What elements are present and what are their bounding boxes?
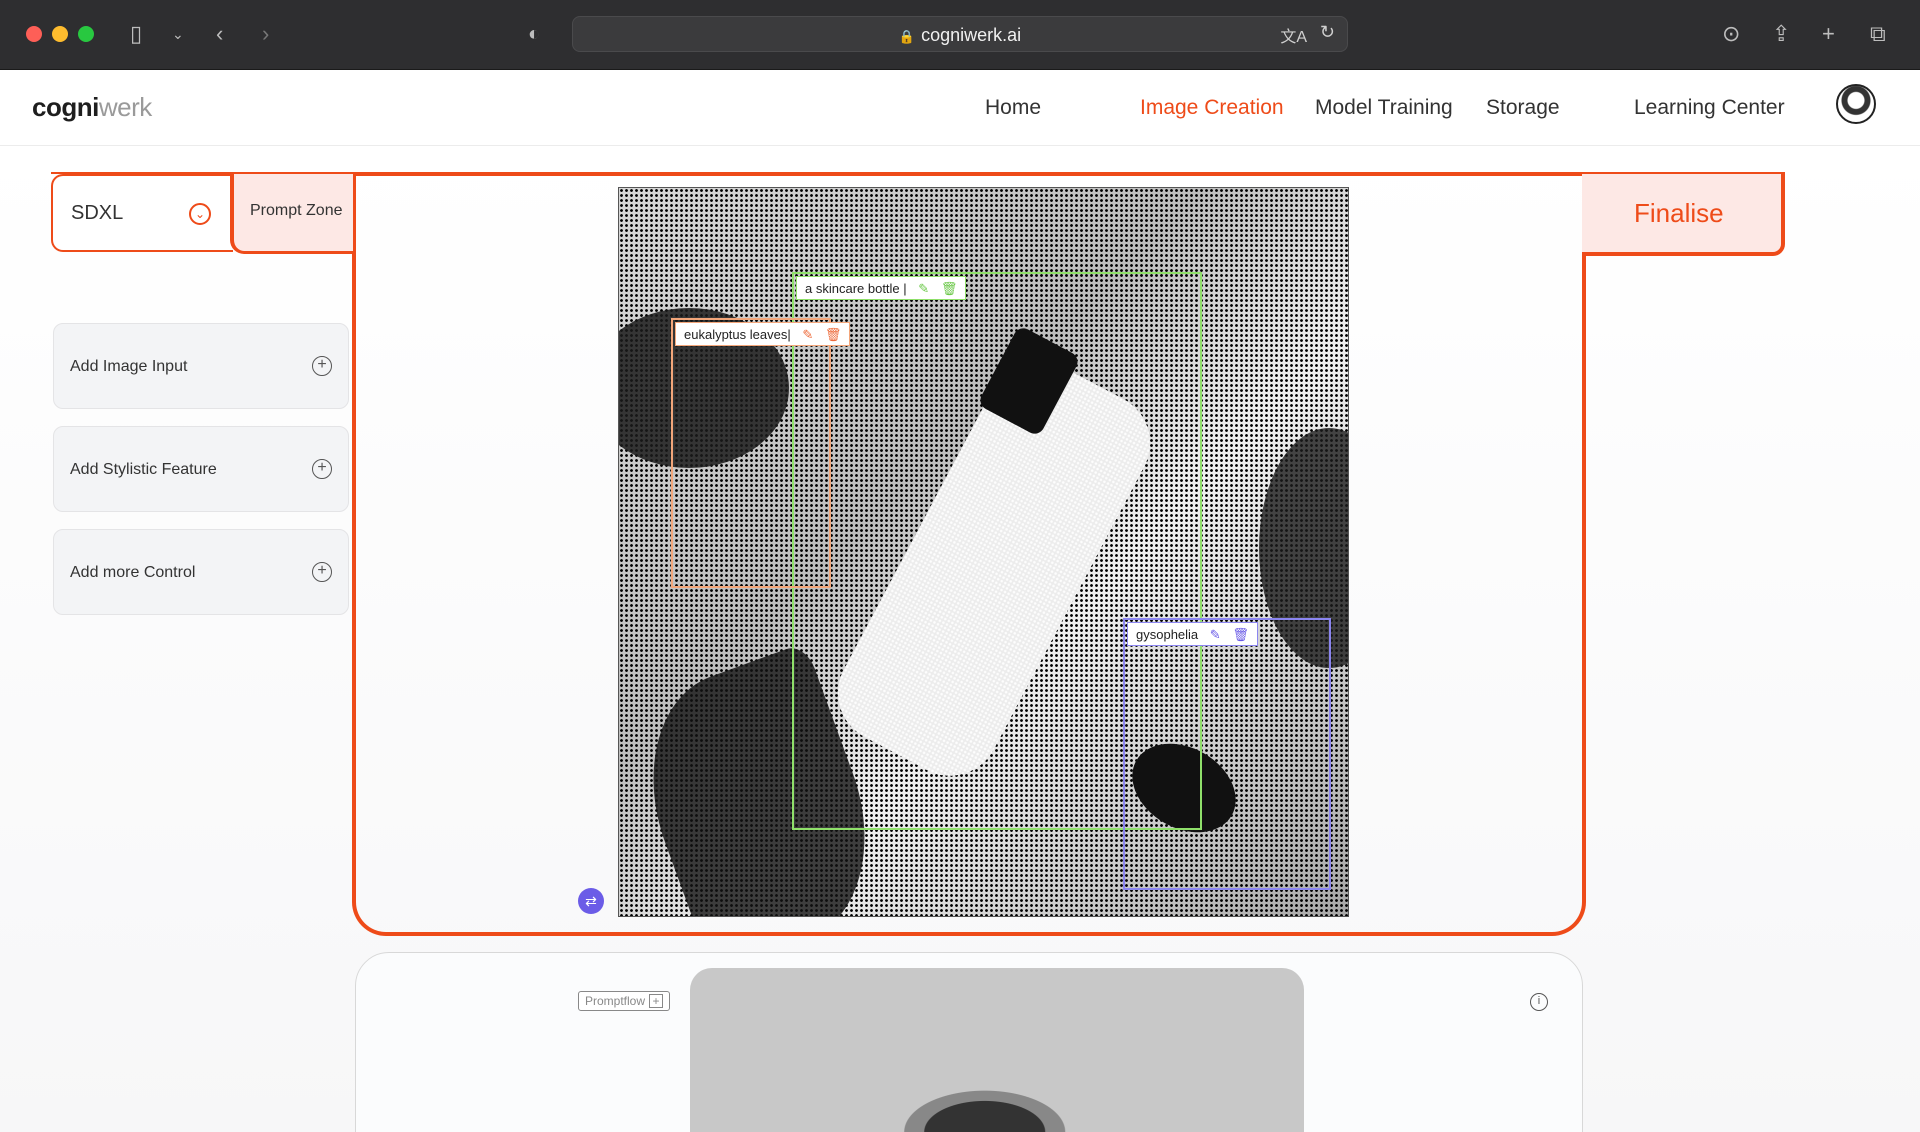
- preview-image: [690, 968, 1304, 1132]
- model-select-value: SDXL: [71, 202, 124, 224]
- address-bar[interactable]: 🔒 cogniwerk.ai 文A ↻: [572, 16, 1348, 52]
- pencil-icon[interactable]: ✎: [918, 277, 929, 301]
- model-select[interactable]: SDXL ⌄: [51, 174, 233, 252]
- reload-icon[interactable]: ↻: [1320, 22, 1335, 43]
- trash-icon[interactable]: 🗑: [825, 323, 842, 347]
- region-box-gysophelia[interactable]: gysophelia ✎ 🗑: [1123, 618, 1331, 890]
- nav-model-training[interactable]: Model Training: [1315, 96, 1453, 120]
- back-icon[interactable]: ‹: [216, 20, 223, 48]
- plus-circle-icon[interactable]: +: [312, 459, 332, 479]
- trash-icon[interactable]: 🗑: [1232, 623, 1249, 647]
- pencil-icon[interactable]: ✎: [802, 323, 813, 347]
- region-tag[interactable]: gysophelia ✎ 🗑: [1127, 622, 1258, 646]
- promptflow-label: Promptflow: [585, 994, 646, 1008]
- add-more-control-card[interactable]: Add more Control +: [53, 529, 349, 615]
- region-tag[interactable]: a skincare bottle | ✎ 🗑: [796, 276, 967, 301]
- add-more-control-label: Add more Control: [70, 564, 196, 581]
- tab-overview-icon[interactable]: ⧉: [1870, 20, 1886, 48]
- forward-icon[interactable]: ›: [262, 20, 269, 48]
- chevron-down-icon[interactable]: ⌄: [172, 20, 184, 48]
- new-tab-icon[interactable]: +: [1822, 20, 1835, 48]
- add-stylistic-feature-card[interactable]: Add Stylistic Feature +: [53, 426, 349, 512]
- add-image-input-card[interactable]: Add Image Input +: [53, 323, 349, 409]
- add-stylistic-feature-label: Add Stylistic Feature: [70, 461, 217, 478]
- app-navbar: cogniwerk Home Image Creation Model Trai…: [0, 70, 1920, 146]
- region-label: eukalyptus leaves|: [684, 327, 791, 342]
- plus-circle-icon[interactable]: +: [312, 356, 332, 376]
- shield-icon[interactable]: ◐: [528, 20, 540, 48]
- share-icon[interactable]: ⇪: [1772, 20, 1790, 48]
- translate-icon[interactable]: 文A: [1280, 23, 1307, 47]
- finalise-label: Finalise: [1634, 198, 1724, 228]
- url-text: cogniwerk.ai: [921, 25, 1022, 45]
- nav-image-creation[interactable]: Image Creation: [1140, 96, 1284, 120]
- swap-icon[interactable]: ⇄: [578, 888, 604, 914]
- sidebar-toggle-icon[interactable]: ▯: [130, 20, 142, 48]
- region-box-eukalyptus-leaves[interactable]: eukalyptus leaves| ✎ 🗑: [671, 318, 851, 588]
- trash-icon[interactable]: 🗑: [941, 277, 958, 301]
- prompt-zone-tab[interactable]: Prompt Zone: [230, 174, 356, 254]
- chevron-down-icon[interactable]: ⌄: [189, 203, 211, 225]
- region-label: a skincare bottle |: [805, 281, 907, 296]
- logo[interactable]: cogniwerk: [32, 92, 152, 123]
- lock-icon: 🔒: [898, 29, 916, 44]
- minimize-window-button[interactable]: [52, 26, 68, 42]
- download-icon[interactable]: ⊙: [1722, 20, 1740, 48]
- plus-circle-icon[interactable]: +: [312, 562, 332, 582]
- nav-storage[interactable]: Storage: [1486, 96, 1560, 120]
- promptflow-badge[interactable]: Promptflow +: [578, 991, 671, 1011]
- nav-home[interactable]: Home: [985, 96, 1041, 120]
- add-image-input-label: Add Image Input: [70, 358, 188, 375]
- browser-toolbar: ▯ ⌄ ‹ › ◐ 🔒 cogniwerk.ai 文A ↻ ⊙ ⇪ + ⧉: [0, 0, 1920, 70]
- info-icon[interactable]: i: [1530, 993, 1548, 1011]
- prompt-zone-label: Prompt Zone: [250, 202, 343, 219]
- region-label: gysophelia: [1136, 627, 1199, 642]
- plus-icon[interactable]: +: [649, 994, 664, 1008]
- finalise-button[interactable]: Finalise: [1582, 174, 1785, 256]
- region-tag[interactable]: eukalyptus leaves| ✎ 🗑: [675, 322, 851, 347]
- nav-learning-center[interactable]: Learning Center: [1634, 96, 1785, 120]
- close-window-button[interactable]: [26, 26, 42, 42]
- zoom-window-button[interactable]: [78, 26, 94, 42]
- avatar[interactable]: [1836, 84, 1876, 124]
- pencil-icon[interactable]: ✎: [1210, 623, 1221, 647]
- image-canvas[interactable]: a skincare bottle | ✎ 🗑 eukalyptus leave…: [618, 187, 1349, 917]
